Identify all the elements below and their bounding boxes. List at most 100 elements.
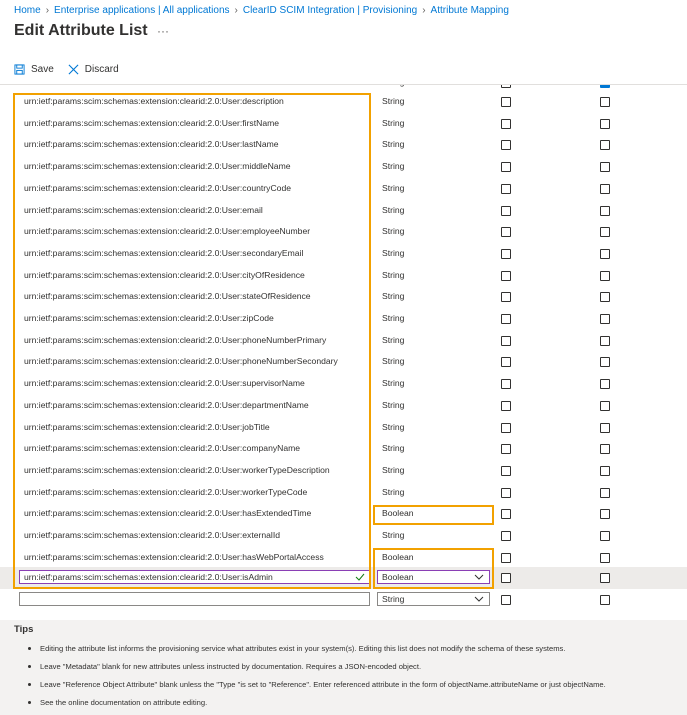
type-cell[interactable]: String [382,183,404,193]
discard-button[interactable]: Discard [68,64,119,75]
checkbox[interactable] [501,400,511,411]
type-cell[interactable]: String [382,291,404,301]
checkbox[interactable] [600,292,610,303]
type-cell[interactable]: String [382,118,404,128]
checkbox[interactable] [600,509,610,520]
type-cell[interactable]: String [382,443,404,453]
checkbox[interactable] [600,465,610,476]
checkbox[interactable] [600,183,610,194]
checkbox[interactable] [501,487,511,498]
type-cell[interactable]: String [382,205,404,215]
checkbox[interactable] [600,531,610,541]
checkbox[interactable] [501,335,511,346]
breadcrumb-enterprise-apps[interactable]: Enterprise applications | All applicatio… [54,5,229,16]
attribute-name-cell[interactable]: urn:ietf:params:scim:schemas:extension:c… [24,313,274,323]
checkbox[interactable] [600,85,610,88]
checkbox[interactable] [600,162,610,173]
checkbox[interactable] [501,465,511,476]
checkbox[interactable] [501,162,511,173]
checkbox[interactable] [600,487,610,498]
save-button[interactable]: Save [14,64,54,75]
breadcrumb-provisioning[interactable]: ClearID SCIM Integration | Provisioning [243,5,417,16]
checkbox[interactable] [501,595,511,605]
checkbox[interactable] [501,422,511,433]
checkbox[interactable] [600,335,610,346]
checkbox[interactable] [600,97,610,107]
attribute-name-cell[interactable]: urn:ietf:params:scim:schemas:extension:c… [24,291,311,301]
checkbox[interactable] [600,379,610,390]
checkbox[interactable] [501,183,511,194]
attribute-name-cell[interactable]: urn:ietf:params:scim:schemas:extension:c… [24,96,284,106]
breadcrumb-attribute-mapping[interactable]: Attribute Mapping [431,5,509,16]
type-cell[interactable]: String [382,270,404,280]
checkbox[interactable] [600,140,610,151]
checkbox[interactable] [501,379,511,390]
checkbox[interactable] [501,444,511,455]
checkbox[interactable] [501,573,511,583]
checkbox[interactable] [501,248,511,259]
checkbox[interactable] [600,314,610,324]
checkbox[interactable] [501,509,511,520]
attribute-name-cell[interactable]: urn:ietf:params:scim:schemas:extension:c… [24,205,263,215]
checkbox[interactable] [600,400,610,411]
more-options-button[interactable]: ··· [157,24,169,38]
checkbox[interactable] [600,573,610,583]
attribute-name-input[interactable]: urn:ietf:params:scim:schemas:extension:c… [19,570,370,584]
type-cell[interactable]: Boolean [382,552,414,562]
checkbox[interactable] [600,444,610,455]
type-cell[interactable]: String [382,487,404,497]
type-cell[interactable]: String [382,139,404,149]
checkbox[interactable] [501,118,511,129]
checkbox[interactable] [501,552,511,563]
type-cell[interactable]: String [382,378,404,388]
attribute-name-cell[interactable]: urn:ietf:params:scim:schemas:extension:c… [24,400,309,410]
attribute-name-cell[interactable]: urn:ietf:params:scim:schemas:extension:c… [24,465,330,475]
attribute-name-cell[interactable]: urn:ietf:params:scim:schemas:extension:c… [24,487,307,497]
checkbox[interactable] [501,205,511,216]
attribute-name-cell[interactable]: urn:ietf:params:scim:schemas:extension:c… [24,422,270,432]
attribute-name-cell[interactable]: urn:ietf:params:scim:schemas:extension:c… [24,378,305,388]
attribute-name-cell[interactable]: urn:ietf:params:scim:schemas:extension:c… [24,248,303,258]
checkbox[interactable] [600,422,610,433]
attribute-name-cell[interactable]: urn:ietf:params:scim:schemas:extension:c… [24,356,338,366]
type-cell[interactable]: String [382,465,404,475]
checkbox[interactable] [501,85,511,88]
type-cell[interactable]: String [382,313,404,323]
new-attribute-name-input[interactable] [19,592,370,606]
attribute-name-cell[interactable]: urn:ietf:params:scim:schemas:extension:c… [24,161,291,171]
checkbox[interactable] [501,292,511,303]
checkbox[interactable] [501,357,511,368]
type-cell[interactable]: Boolean [382,508,414,518]
attribute-name-cell[interactable]: urn:ietf:params:scim:schemas:extension:c… [24,270,305,280]
type-cell[interactable]: String [382,356,404,366]
checkbox[interactable] [600,357,610,368]
type-cell[interactable]: String [382,335,404,345]
checkbox[interactable] [501,531,511,541]
attribute-name-cell[interactable]: urn:ietf:params:scim:schemas:extension:c… [24,443,300,453]
attribute-name-cell[interactable]: urn:ietf:params:scim:schemas:extension:c… [24,183,291,193]
type-cell[interactable]: String [382,530,404,540]
type-cell[interactable]: String [382,248,404,258]
type-cell[interactable]: String [382,422,404,432]
new-type-dropdown[interactable]: String [377,592,490,606]
checkbox[interactable] [600,205,610,216]
checkbox[interactable] [501,97,511,107]
type-cell[interactable]: String [382,226,404,236]
type-dropdown[interactable]: Boolean [377,570,490,584]
checkbox[interactable] [501,227,511,238]
checkbox[interactable] [600,118,610,129]
checkbox[interactable] [600,552,610,563]
attribute-name-cell[interactable]: urn:ietf:params:scim:schemas:extension:c… [24,118,279,128]
attribute-name-cell[interactable]: urn:ietf:params:scim:schemas:extension:c… [24,530,280,540]
checkbox[interactable] [600,595,610,605]
checkbox[interactable] [600,248,610,259]
attribute-name-cell[interactable]: urn:ietf:params:scim:schemas:extension:c… [24,552,324,562]
checkbox[interactable] [600,227,610,238]
type-cell[interactable]: String [382,161,404,171]
checkbox[interactable] [501,314,511,324]
breadcrumb-home[interactable]: Home [14,5,41,16]
checkbox[interactable] [501,270,511,281]
attribute-name-cell[interactable]: urn:ietf:params:scim:schemas:extension:c… [24,508,311,518]
checkbox[interactable] [600,270,610,281]
type-cell[interactable]: String [382,96,404,106]
